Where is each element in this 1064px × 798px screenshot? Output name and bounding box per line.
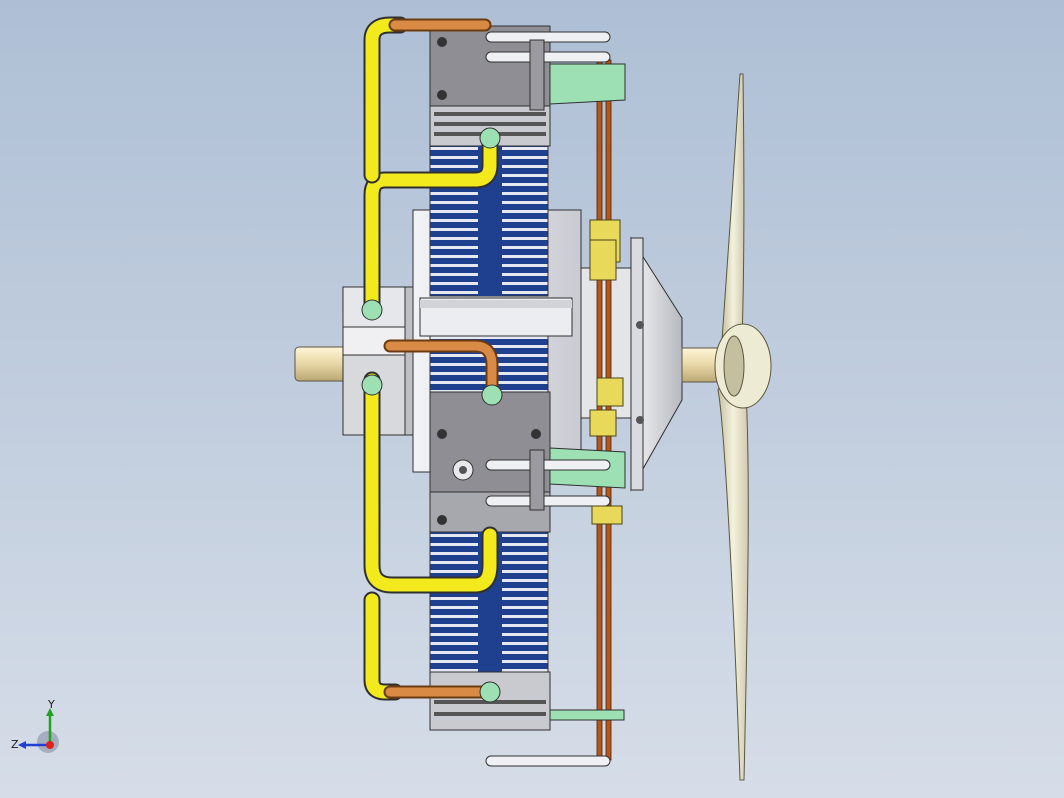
orientation-triad[interactable]: Y Z <box>10 698 70 758</box>
triad-x-axis-dot <box>46 741 54 749</box>
graphics-viewport[interactable]: Y Z <box>0 0 1064 798</box>
triad-y-label: Y <box>47 698 55 711</box>
propeller[interactable] <box>714 73 772 781</box>
triad-z-arrow <box>18 741 26 749</box>
engine-model-3d[interactable] <box>0 0 1064 798</box>
triad-z-label: Z <box>11 738 19 751</box>
rocker-bracket-lower[interactable] <box>549 447 626 721</box>
rocker-bracket-upper[interactable] <box>549 63 626 105</box>
